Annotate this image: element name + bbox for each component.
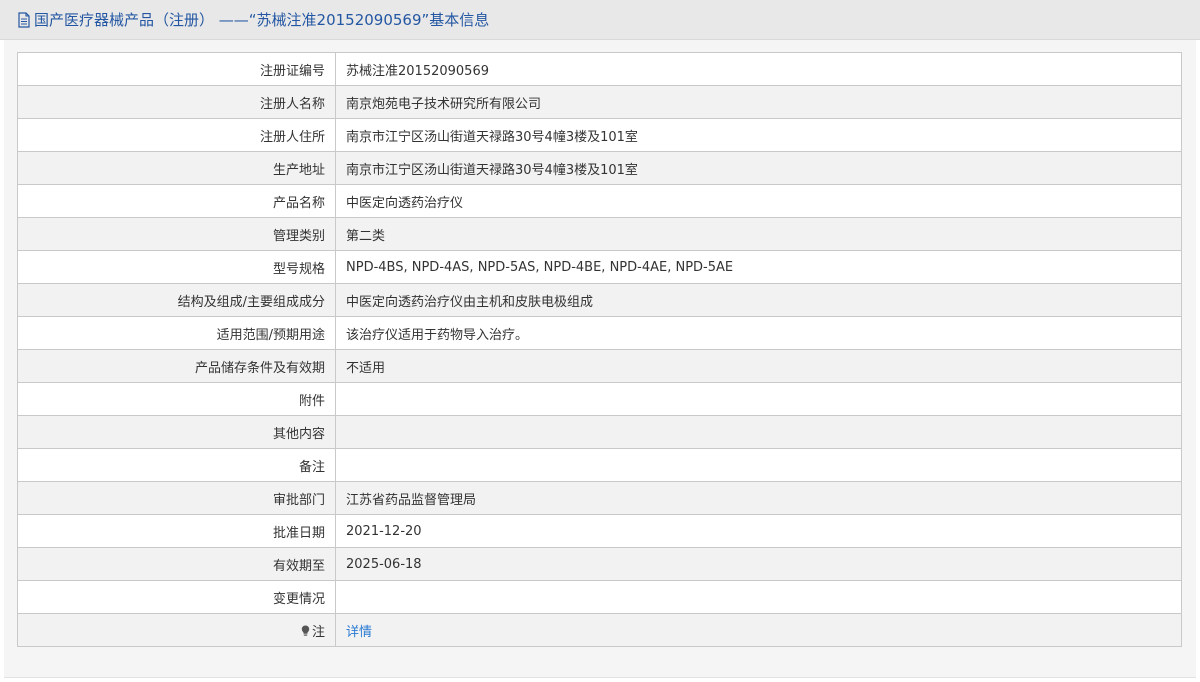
table-row: 产品名称 中医定向透药治疗仪 bbox=[17, 184, 1182, 218]
field-value bbox=[335, 580, 1182, 614]
field-value: 江苏省药品监督管理局 bbox=[335, 481, 1182, 515]
field-label: 适用范围/预期用途 bbox=[17, 316, 336, 350]
field-label: 生产地址 bbox=[17, 151, 336, 185]
field-value: 2025-06-18 bbox=[335, 547, 1182, 581]
field-value: 南京市江宁区汤山街道天禄路30号4幢3楼及101室 bbox=[335, 118, 1182, 152]
field-value bbox=[335, 415, 1182, 449]
table-row: 批准日期 2021-12-20 bbox=[17, 514, 1182, 548]
details-link[interactable]: 详情 bbox=[346, 625, 372, 640]
field-value: 南京炮苑电子技术研究所有限公司 bbox=[335, 85, 1182, 119]
table-row: 管理类别 第二类 bbox=[17, 217, 1182, 251]
field-label: 管理类别 bbox=[17, 217, 336, 251]
field-label: 产品储存条件及有效期 bbox=[17, 349, 336, 383]
table-row: 有效期至 2025-06-18 bbox=[17, 547, 1182, 581]
table-row: 审批部门 江苏省药品监督管理局 bbox=[17, 481, 1182, 515]
field-label: 注册证编号 bbox=[17, 52, 336, 86]
field-label: 注册人住所 bbox=[17, 118, 336, 152]
table-row: 注册人住所 南京市江宁区汤山街道天禄路30号4幢3楼及101室 bbox=[17, 118, 1182, 152]
field-label: 其他内容 bbox=[17, 415, 336, 449]
info-table: 注册证编号 苏械注准20152090569 注册人名称 南京炮苑电子技术研究所有限公司… bbox=[17, 52, 1182, 647]
field-label: 备注 bbox=[17, 448, 336, 482]
field-label: 型号规格 bbox=[17, 250, 336, 284]
table-row: 注册证编号 苏械注准20152090569 bbox=[17, 52, 1182, 86]
field-value: 中医定向透药治疗仪由主机和皮肤电极组成 bbox=[335, 283, 1182, 317]
field-value-note: 详情 bbox=[335, 613, 1182, 647]
table-row: 型号规格 NPD-4BS, NPD-4AS, NPD-5AS, NPD-4BE, … bbox=[17, 250, 1182, 284]
note-label: 注 bbox=[311, 624, 325, 640]
field-value bbox=[335, 448, 1182, 482]
table-row: 其他内容 bbox=[17, 415, 1182, 449]
page-header: 国产医疗器械产品（注册） ——“苏械注准20152090569”基本信息 bbox=[0, 0, 1200, 40]
field-label: 产品名称 bbox=[17, 184, 336, 218]
field-value: 该治疗仪适用于药物导入治疗。 bbox=[335, 316, 1182, 350]
field-label: 附件 bbox=[17, 382, 336, 416]
table-row: 结构及组成/主要组成成分 中医定向透药治疗仪由主机和皮肤电极组成 bbox=[17, 283, 1182, 317]
table-row: 注册人名称 南京炮苑电子技术研究所有限公司 bbox=[17, 85, 1182, 119]
document-icon bbox=[18, 11, 30, 28]
info-panel: 注册证编号 苏械注准20152090569 注册人名称 南京炮苑电子技术研究所有限公司… bbox=[4, 40, 1196, 678]
field-label: 注册人名称 bbox=[17, 85, 336, 119]
table-row: 适用范围/预期用途 该治疗仪适用于药物导入治疗。 bbox=[17, 316, 1182, 350]
field-value: 第二类 bbox=[335, 217, 1182, 251]
field-label-note: 注 bbox=[17, 613, 336, 647]
field-value: NPD-4BS, NPD-4AS, NPD-5AS, NPD-4BE, NPD-… bbox=[335, 250, 1182, 284]
field-label: 有效期至 bbox=[17, 547, 336, 581]
field-value bbox=[335, 382, 1182, 416]
field-value: 2021-12-20 bbox=[335, 514, 1182, 548]
table-row-note: 注 详情 bbox=[17, 613, 1182, 647]
table-row: 生产地址 南京市江宁区汤山街道天禄路30号4幢3楼及101室 bbox=[17, 151, 1182, 185]
info-table-body: 注册证编号 苏械注准20152090569 注册人名称 南京炮苑电子技术研究所有限公司… bbox=[17, 52, 1182, 647]
field-value: 南京市江宁区汤山街道天禄路30号4幢3楼及101室 bbox=[335, 151, 1182, 185]
field-value: 苏械注准20152090569 bbox=[335, 52, 1182, 86]
page: 国产医疗器械产品（注册） ——“苏械注准20152090569”基本信息 注册证… bbox=[0, 0, 1200, 682]
field-label: 结构及组成/主要组成成分 bbox=[17, 283, 336, 317]
page-title: 国产医疗器械产品（注册） ——“苏械注准20152090569”基本信息 bbox=[34, 11, 490, 29]
table-row: 备注 bbox=[17, 448, 1182, 482]
field-label: 变更情况 bbox=[17, 580, 336, 614]
field-value: 中医定向透药治疗仪 bbox=[335, 184, 1182, 218]
lightbulb-icon bbox=[301, 625, 310, 636]
field-value: 不适用 bbox=[335, 349, 1182, 383]
table-row: 附件 bbox=[17, 382, 1182, 416]
table-row: 变更情况 bbox=[17, 580, 1182, 614]
field-label: 审批部门 bbox=[17, 481, 336, 515]
table-row: 产品储存条件及有效期 不适用 bbox=[17, 349, 1182, 383]
field-label: 批准日期 bbox=[17, 514, 336, 548]
